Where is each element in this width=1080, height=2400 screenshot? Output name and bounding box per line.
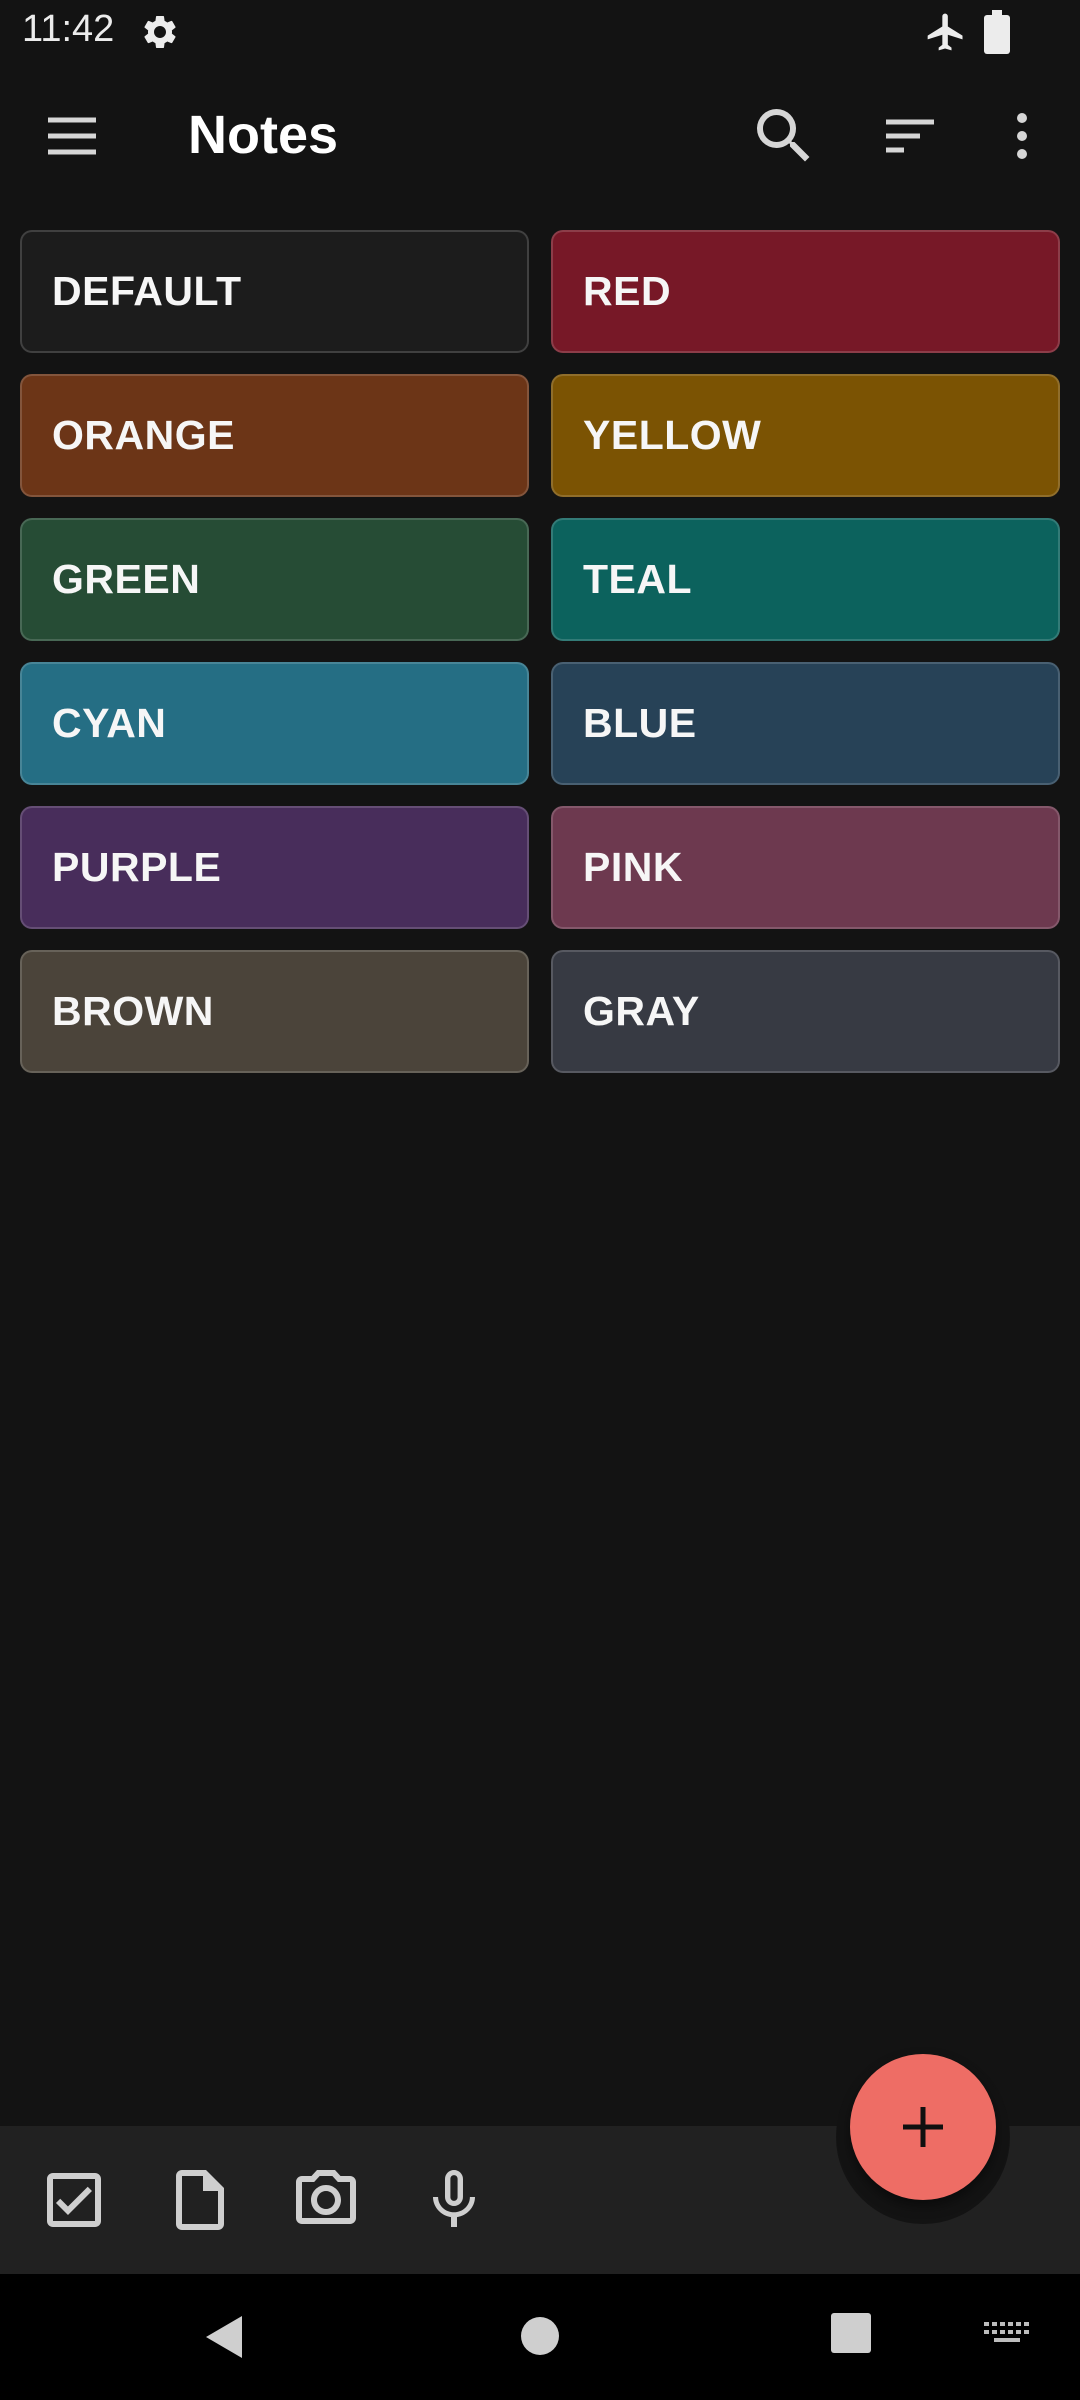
note-label: GRAY — [583, 988, 700, 1034]
notes-screen: 11:42 Notes DEFAULT RED ORANGE YELLOW GR… — [0, 0, 1080, 2400]
keyboard-icon[interactable] — [982, 2314, 1032, 2354]
sort-icon[interactable] — [874, 100, 946, 172]
gear-icon — [140, 12, 180, 52]
page-title: Notes — [188, 105, 339, 165]
home-icon[interactable] — [516, 2312, 564, 2360]
add-note-button[interactable] — [850, 2054, 996, 2200]
camera-icon[interactable] — [290, 2164, 362, 2236]
system-nav-bar — [0, 2274, 1080, 2400]
more-vert-icon[interactable] — [986, 100, 1058, 172]
airplane-mode-icon — [924, 10, 968, 54]
menu-icon[interactable] — [36, 100, 108, 172]
battery-icon — [984, 10, 1010, 54]
note-card-orange[interactable]: ORANGE — [20, 374, 529, 497]
note-label: BROWN — [52, 988, 214, 1034]
note-label: BLUE — [583, 700, 697, 746]
note-label: PINK — [583, 844, 683, 890]
microphone-icon[interactable] — [418, 2164, 490, 2236]
note-card-blue[interactable]: BLUE — [551, 662, 1060, 785]
plus-icon — [899, 2103, 947, 2151]
status-time: 11:42 — [22, 8, 115, 50]
note-card-default[interactable]: DEFAULT — [20, 230, 529, 353]
note-card-green[interactable]: GREEN — [20, 518, 529, 641]
note-label: RED — [583, 268, 672, 314]
search-icon[interactable] — [748, 100, 820, 172]
back-icon[interactable] — [200, 2312, 250, 2362]
note-label: CYAN — [52, 700, 167, 746]
document-icon[interactable] — [164, 2164, 236, 2236]
checkbox-icon[interactable] — [38, 2164, 110, 2236]
top-app-bar: Notes — [0, 64, 1080, 208]
note-label: PURPLE — [52, 844, 222, 890]
note-card-teal[interactable]: TEAL — [551, 518, 1060, 641]
note-label: TEAL — [583, 556, 693, 602]
note-card-red[interactable]: RED — [551, 230, 1060, 353]
note-card-cyan[interactable]: CYAN — [20, 662, 529, 785]
note-label: DEFAULT — [52, 268, 242, 314]
note-label: GREEN — [52, 556, 201, 602]
note-card-purple[interactable]: PURPLE — [20, 806, 529, 929]
note-card-brown[interactable]: BROWN — [20, 950, 529, 1073]
status-bar: 11:42 — [0, 0, 1080, 64]
note-label: YELLOW — [583, 412, 762, 458]
note-card-pink[interactable]: PINK — [551, 806, 1060, 929]
notes-grid: DEFAULT RED ORANGE YELLOW GREEN TEAL CYA… — [20, 230, 1060, 1073]
recents-icon[interactable] — [830, 2312, 872, 2354]
note-card-yellow[interactable]: YELLOW — [551, 374, 1060, 497]
note-label: ORANGE — [52, 412, 235, 458]
note-card-gray[interactable]: GRAY — [551, 950, 1060, 1073]
